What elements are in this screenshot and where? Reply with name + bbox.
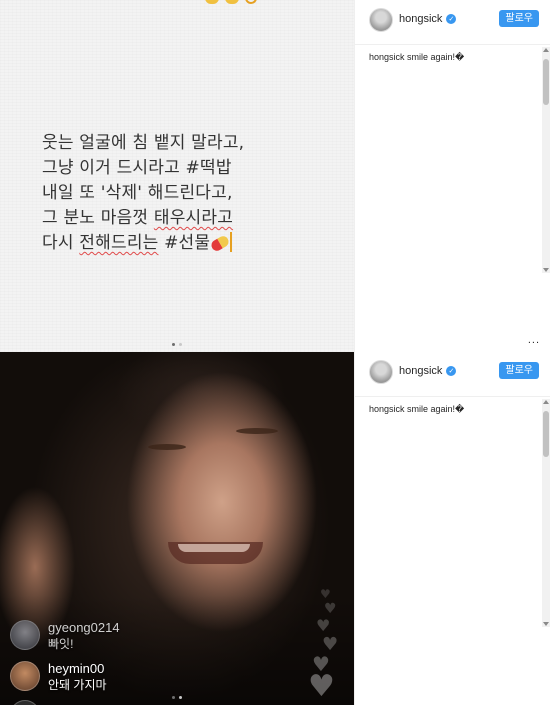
video-detail (178, 544, 250, 552)
caption-line: 그냥 이거 드시라고 #떡밥 (42, 158, 232, 178)
carousel-dot[interactable] (172, 343, 175, 346)
comment-text: 안돼 가지마 (48, 678, 107, 692)
avatar[interactable] (369, 8, 393, 32)
scrollbar[interactable] (542, 399, 550, 627)
heart-icon: ♥ (316, 616, 331, 635)
live-comment: heymin00 안돼 가지마 (10, 661, 107, 693)
scrollbar-thumb[interactable] (543, 411, 549, 457)
caption-username-link[interactable]: hongsick (369, 52, 405, 62)
carousel-dot[interactable] (179, 696, 182, 699)
avatar (10, 620, 40, 650)
avatar[interactable] (369, 360, 393, 384)
live-comment (10, 700, 48, 705)
caption-line: 그 분노 마음껏 태우시라고 (42, 208, 234, 228)
caption-line: 다시 전해드리는 #선물 (42, 231, 244, 256)
heart-icon: ♥ (324, 601, 337, 617)
comment-username: gyeong0214 (48, 620, 120, 635)
instagram-post-bottom: gyeong0214 빠잇! heymin00 안돼 가지마 ♥ ♥ ♥ ♥ ♥… (0, 352, 550, 705)
scroll-down-arrow-icon[interactable] (543, 622, 549, 626)
carousel-dots[interactable] (172, 343, 182, 346)
username-link[interactable]: hongsick ✓ (399, 13, 457, 25)
verified-badge-icon: ✓ (446, 14, 457, 24)
post-sidebar: hongsick ✓ 팔로우 hongsick smile again!� ..… (354, 0, 550, 352)
emoji-icon (205, 0, 219, 4)
scroll-up-arrow-icon[interactable] (543, 400, 549, 404)
post-image-text-card[interactable]: 웃는 얼굴에 침 뱉지 말라고, 그냥 이거 드시라고 #떡밥 내일 또 '삭제… (0, 0, 354, 352)
follow-button[interactable]: 팔로우 (499, 10, 539, 27)
comment-username: heymin00 (48, 661, 105, 676)
post-header: hongsick ✓ 팔로우 (355, 352, 550, 397)
post-live-video[interactable]: gyeong0214 빠잇! heymin00 안돼 가지마 ♥ ♥ ♥ ♥ ♥… (0, 352, 354, 705)
live-comment: gyeong0214 빠잇! (10, 620, 120, 652)
carousel-dot[interactable] (179, 343, 182, 346)
image-caption-text: 웃는 얼굴에 침 뱉지 말라고, 그냥 이거 드시라고 #떡밥 내일 또 '삭제… (42, 131, 244, 256)
emoji-icon (245, 0, 257, 4)
post-header: hongsick ✓ 팔로우 (355, 0, 550, 45)
caption-text: smile again!� (404, 52, 465, 62)
avatar (10, 661, 40, 691)
emoji-icon (225, 0, 239, 4)
pill-emoji-icon (210, 234, 231, 253)
caption-username-link[interactable]: hongsick (369, 404, 405, 414)
avatar (10, 700, 40, 705)
instagram-post-top: 웃는 얼굴에 침 뱉지 말라고, 그냥 이거 드시라고 #떡밥 내일 또 '삭제… (0, 0, 550, 352)
scrollbar-thumb[interactable] (543, 59, 549, 105)
top-emoji-strip (205, 0, 257, 4)
floating-hearts: ♥ ♥ ♥ ♥ ♥ ♥ (306, 588, 350, 705)
post-sidebar: hongsick ✓ 팔로우 hongsick smile again!� (354, 352, 550, 705)
username-link[interactable]: hongsick ✓ (399, 365, 457, 377)
verified-badge-icon: ✓ (446, 366, 457, 376)
heart-icon: ♥ (320, 587, 331, 601)
post-caption: hongsick smile again!� (369, 404, 464, 415)
scroll-down-arrow-icon[interactable] (543, 268, 549, 272)
more-options-button[interactable]: ... (528, 334, 540, 346)
carousel-dots[interactable] (172, 696, 182, 699)
follow-button[interactable]: 팔로우 (499, 362, 539, 379)
scrollbar[interactable] (542, 47, 550, 273)
video-detail (148, 444, 186, 450)
caption-text: smile again!� (404, 404, 465, 414)
caption-line: 내일 또 '삭제' 해드린다고, (42, 183, 233, 203)
carousel-dot[interactable] (172, 696, 175, 699)
text-cursor (230, 232, 233, 252)
comment-text: 빠잇! (48, 637, 74, 651)
video-detail (236, 428, 278, 434)
post-caption: hongsick smile again!� (369, 52, 464, 63)
heart-icon: ♥ (308, 669, 335, 704)
caption-line: 웃는 얼굴에 침 뱉지 말라고, (42, 133, 245, 153)
scroll-up-arrow-icon[interactable] (543, 48, 549, 52)
